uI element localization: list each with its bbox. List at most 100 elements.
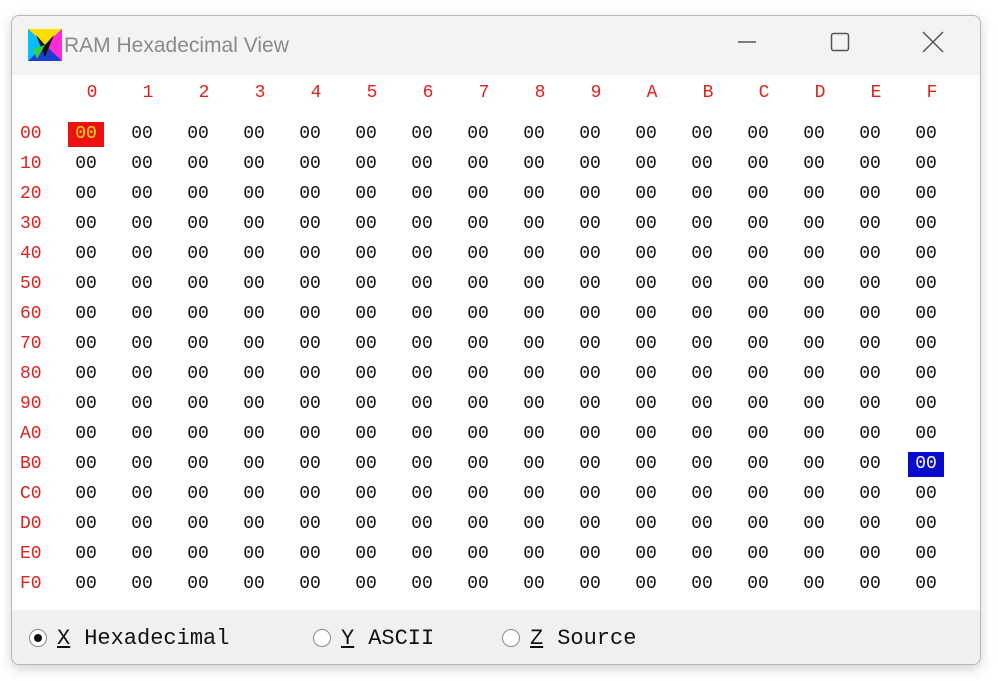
- byte-cell[interactable]: 00: [404, 392, 440, 417]
- byte-cell[interactable]: 00: [292, 182, 328, 207]
- byte-cell[interactable]: 00: [180, 542, 216, 567]
- byte-cell[interactable]: 00: [908, 362, 944, 387]
- byte-cell[interactable]: 00: [516, 212, 552, 237]
- byte-cell[interactable]: 00: [796, 122, 832, 147]
- byte-cell[interactable]: 00: [796, 542, 832, 567]
- byte-cell[interactable]: 00: [460, 302, 496, 327]
- byte-cell[interactable]: 00: [852, 122, 888, 147]
- byte-cell[interactable]: 00: [180, 332, 216, 357]
- byte-cell[interactable]: 00: [68, 422, 104, 447]
- byte-cell[interactable]: 00: [516, 242, 552, 267]
- byte-cell[interactable]: 00: [348, 362, 384, 387]
- byte-cell[interactable]: 00: [796, 152, 832, 177]
- byte-cell[interactable]: 00: [740, 182, 776, 207]
- byte-cell[interactable]: 00: [180, 242, 216, 267]
- byte-cell[interactable]: 00: [684, 542, 720, 567]
- byte-cell[interactable]: 00: [292, 212, 328, 237]
- byte-cell[interactable]: 00: [460, 152, 496, 177]
- byte-cell[interactable]: 00: [572, 482, 608, 507]
- byte-cell[interactable]: 00: [740, 392, 776, 417]
- byte-cell[interactable]: 00: [852, 152, 888, 177]
- byte-cell[interactable]: 00: [68, 512, 104, 537]
- byte-cell[interactable]: 00: [628, 152, 664, 177]
- minimize-button[interactable]: [723, 24, 771, 64]
- byte-cell[interactable]: 00: [516, 572, 552, 597]
- byte-cell[interactable]: 00: [124, 392, 160, 417]
- byte-cell[interactable]: 00: [236, 152, 272, 177]
- byte-cell[interactable]: 00: [572, 332, 608, 357]
- byte-cell[interactable]: 00: [180, 302, 216, 327]
- byte-cell[interactable]: 00: [684, 572, 720, 597]
- byte-cell[interactable]: 00: [292, 482, 328, 507]
- byte-cell[interactable]: 00: [460, 392, 496, 417]
- byte-cell[interactable]: 00: [124, 512, 160, 537]
- byte-cell[interactable]: 00: [796, 512, 832, 537]
- byte-cell[interactable]: 00: [684, 362, 720, 387]
- byte-cell[interactable]: 00: [460, 482, 496, 507]
- byte-cell[interactable]: 00: [68, 362, 104, 387]
- byte-cell[interactable]: 00: [572, 572, 608, 597]
- byte-cell[interactable]: 00: [684, 512, 720, 537]
- byte-cell[interactable]: 00: [516, 182, 552, 207]
- byte-cell[interactable]: 00: [348, 482, 384, 507]
- byte-cell[interactable]: 00: [852, 332, 888, 357]
- byte-cell[interactable]: 00: [348, 332, 384, 357]
- byte-cell[interactable]: 00: [404, 242, 440, 267]
- byte-cell[interactable]: 00: [740, 212, 776, 237]
- byte-cell[interactable]: 00: [852, 212, 888, 237]
- byte-cell[interactable]: 00: [236, 302, 272, 327]
- byte-cell[interactable]: 00: [404, 542, 440, 567]
- byte-cell[interactable]: 00: [348, 512, 384, 537]
- byte-cell[interactable]: 00: [124, 182, 160, 207]
- radio-source[interactable]: Z Source: [502, 625, 636, 651]
- byte-cell[interactable]: 00: [908, 542, 944, 567]
- byte-cell[interactable]: 00: [628, 542, 664, 567]
- selected-byte-cell[interactable]: 00: [908, 452, 944, 477]
- byte-cell[interactable]: 00: [348, 212, 384, 237]
- byte-cell[interactable]: 00: [292, 452, 328, 477]
- byte-cell[interactable]: 00: [628, 122, 664, 147]
- byte-cell[interactable]: 00: [628, 392, 664, 417]
- byte-cell[interactable]: 00: [740, 512, 776, 537]
- byte-cell[interactable]: 00: [684, 182, 720, 207]
- byte-cell[interactable]: 00: [516, 452, 552, 477]
- byte-cell[interactable]: 00: [124, 422, 160, 447]
- byte-cell[interactable]: 00: [852, 272, 888, 297]
- byte-cell[interactable]: 00: [628, 452, 664, 477]
- byte-cell[interactable]: 00: [180, 212, 216, 237]
- byte-cell[interactable]: 00: [68, 182, 104, 207]
- byte-cell[interactable]: 00: [740, 362, 776, 387]
- radio-hexadecimal[interactable]: X Hexadecimal: [29, 625, 229, 651]
- byte-cell[interactable]: 00: [572, 422, 608, 447]
- byte-cell[interactable]: 00: [628, 572, 664, 597]
- byte-cell[interactable]: 00: [124, 482, 160, 507]
- hex-grid[interactable]: 0 1 2 3 4 5 6 7 8 9 A B C D E F 00 00 00 00 00 00 00 00 00 00 00 00…: [12, 75, 980, 610]
- byte-cell[interactable]: 00: [404, 422, 440, 447]
- byte-cell[interactable]: 00: [684, 242, 720, 267]
- byte-cell[interactable]: 00: [404, 482, 440, 507]
- byte-cell[interactable]: 00: [572, 182, 608, 207]
- byte-cell[interactable]: 00: [684, 212, 720, 237]
- byte-cell[interactable]: 00: [124, 542, 160, 567]
- byte-cell[interactable]: 00: [628, 182, 664, 207]
- byte-cell[interactable]: 00: [628, 332, 664, 357]
- byte-cell[interactable]: 00: [404, 572, 440, 597]
- byte-cell[interactable]: 00: [124, 302, 160, 327]
- byte-cell[interactable]: 00: [572, 302, 608, 327]
- byte-cell[interactable]: 00: [516, 152, 552, 177]
- byte-cell[interactable]: 00: [740, 572, 776, 597]
- byte-cell[interactable]: 00: [180, 182, 216, 207]
- radio-button-icon[interactable]: [29, 629, 47, 647]
- byte-cell[interactable]: 00: [684, 482, 720, 507]
- byte-cell[interactable]: 00: [572, 542, 608, 567]
- byte-cell[interactable]: 00: [516, 512, 552, 537]
- close-button[interactable]: [909, 24, 957, 64]
- byte-cell[interactable]: 00: [292, 572, 328, 597]
- byte-cell[interactable]: 00: [516, 422, 552, 447]
- byte-cell[interactable]: 00: [460, 452, 496, 477]
- byte-cell[interactable]: 00: [404, 212, 440, 237]
- byte-cell[interactable]: 00: [684, 302, 720, 327]
- byte-cell[interactable]: 00: [236, 122, 272, 147]
- byte-cell[interactable]: 00: [516, 302, 552, 327]
- byte-cell[interactable]: 00: [404, 272, 440, 297]
